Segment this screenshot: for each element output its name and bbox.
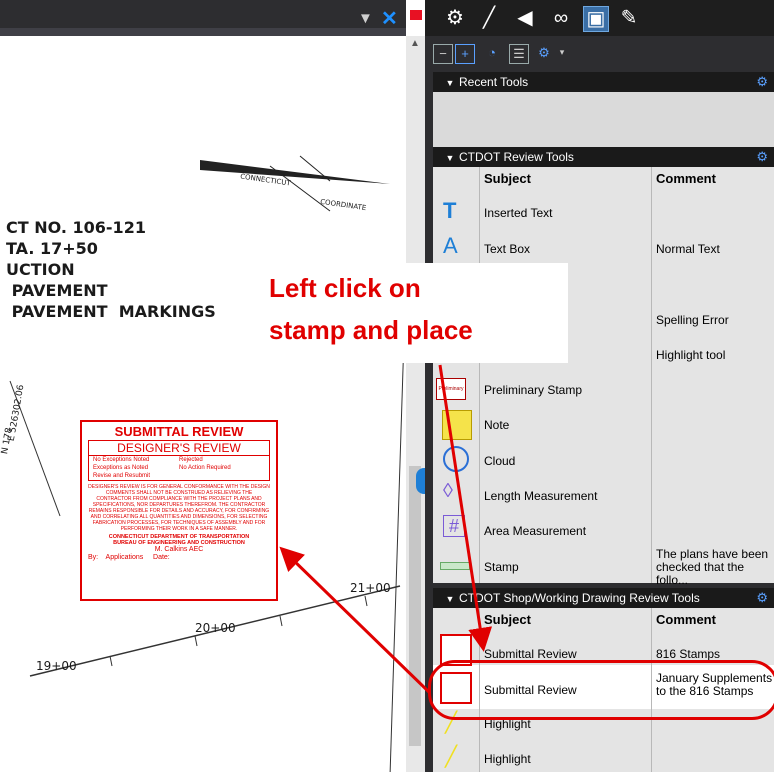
properties-icon[interactable]: ◔	[483, 44, 501, 62]
tool-chest-icon[interactable]: ▣	[583, 6, 609, 32]
stamp-option: Revise and Resubmit	[93, 473, 151, 479]
expand-all-icon[interactable]: +	[455, 44, 475, 64]
pin-icon[interactable]	[410, 10, 422, 20]
highlight-icon: ╱	[445, 746, 458, 768]
stamp-tool-icon	[440, 562, 470, 570]
tool-comment: 816 Stamps	[656, 647, 721, 661]
station-label: 20+00	[195, 621, 236, 635]
section-gear-icon[interactable]: ⚙	[756, 588, 768, 608]
scroll-up-icon[interactable]: ▲	[410, 38, 420, 49]
station-label: 19+00	[36, 659, 77, 673]
stamp-footer: By: Applications Date:	[82, 553, 276, 562]
settings-gear-icon[interactable]: ⚙	[443, 6, 467, 30]
recent-tools-area	[433, 92, 774, 147]
document-tab-bar: ▼ ✕	[0, 0, 406, 36]
column-header-subject[interactable]: Subject	[484, 612, 531, 627]
tab-strip	[0, 28, 406, 36]
stamp-name: M. Calkins AEC	[154, 546, 204, 553]
cloud-icon	[443, 446, 469, 472]
tool-comment: The plans have been checked that the fol…	[656, 547, 769, 587]
collapse-arrow-icon[interactable]: ▼	[441, 148, 459, 168]
section-gear-icon[interactable]: ⚙	[756, 147, 768, 167]
callout-line-2: stamp and place	[269, 315, 473, 345]
options-gear-icon[interactable]: ⚙	[535, 44, 553, 62]
column-header-comment[interactable]: Comment	[656, 612, 716, 627]
drawing-title-line: UCTION	[6, 260, 75, 279]
markup-icon[interactable]: ◀	[513, 6, 537, 30]
drawing-title-line: PAVEMENT	[6, 281, 108, 300]
signature-icon[interactable]: ✎	[617, 6, 641, 30]
column-separator	[479, 167, 480, 583]
ctdot-tools-grid	[433, 167, 774, 583]
section-title: CTDOT Shop/Working Drawing Review Tools	[459, 591, 700, 605]
stamp-option: Rejected	[179, 457, 203, 463]
view-icon[interactable]: ∞	[549, 6, 573, 30]
column-header-subject[interactable]: Subject	[484, 171, 531, 186]
scroll-thumb[interactable]	[409, 466, 421, 746]
tool-comment: Normal Text	[656, 242, 720, 256]
inserted-text-icon: T	[443, 198, 457, 223]
tool-subject[interactable]: Preliminary Stamp	[484, 383, 582, 397]
measure-icon[interactable]: ╱	[477, 6, 501, 30]
tab-dropdown-icon[interactable]: ▼	[358, 10, 373, 27]
tool-subject[interactable]: Note	[484, 418, 509, 432]
drawing-title-line: TA. 17+50	[6, 239, 98, 258]
tool-subject[interactable]: Inserted Text	[484, 206, 552, 220]
stamp-option: Exceptions as Noted	[93, 465, 149, 471]
stamp-option: No Action Required	[179, 465, 231, 471]
stamp-body: DESIGNER'S REVIEW IS FOR GENERAL CONFORM…	[88, 484, 270, 532]
section-ctdot-review-tools[interactable]: ▼ CTDOT Review Tools ⚙	[433, 147, 774, 167]
area-measurement-icon: #	[443, 515, 465, 537]
stamp-review-box: DESIGNER'S REVIEW No Exceptions Noted Rej…	[88, 440, 270, 481]
station-label: 21+00	[350, 581, 391, 595]
section-shop-drawing-tools[interactable]: ▼ CTDOT Shop/Working Drawing Review Tools…	[433, 588, 774, 608]
section-gear-icon[interactable]: ⚙	[756, 72, 768, 92]
tool-subject[interactable]: Text Box	[484, 242, 530, 256]
selection-highlight-ring	[428, 660, 774, 720]
drawing-title-line: PAVEMENT MARKINGS	[6, 302, 216, 321]
submittal-review-stamp[interactable]: SUBMITTAL REVIEW DESIGNER'S REVIEW No Ex…	[80, 420, 278, 601]
tool-subject[interactable]: Submittal Review	[484, 647, 577, 661]
collapse-arrow-icon[interactable]: ▼	[441, 589, 459, 609]
note-icon	[442, 410, 472, 440]
section-title: Recent Tools	[459, 75, 529, 89]
list-icon[interactable]: ☰	[509, 44, 529, 64]
close-icon[interactable]: ✕	[381, 6, 398, 31]
preliminary-stamp-icon: Preliminary	[436, 378, 466, 400]
drawing-canvas[interactable]: CONNECTICUT COORDINATE CT NO. 106-121 TA…	[0, 36, 406, 772]
tool-chest-toolbar: ⚙ ╱ ◀ ∞ ▣ ✎	[425, 0, 774, 36]
stamp-by: By:	[88, 554, 99, 561]
stamp-option: No Exceptions Noted	[93, 457, 150, 463]
tool-subject[interactable]: Cloud	[484, 454, 515, 468]
text-box-icon: A	[443, 233, 458, 258]
stamp-title: SUBMITTAL REVIEW	[114, 424, 244, 439]
tool-comment: Highlight tool	[656, 348, 726, 362]
tool-subject[interactable]: Highlight	[484, 752, 531, 766]
tool-subject[interactable]: Stamp	[484, 560, 519, 574]
column-header-comment[interactable]: Comment	[656, 171, 716, 186]
instruction-callout: Left click on stamp and place	[263, 263, 568, 363]
callout-line-1: Left click on	[269, 273, 421, 303]
collapse-all-icon[interactable]: −	[433, 44, 453, 64]
section-title: CTDOT Review Tools	[459, 150, 574, 164]
stamp-apps: Applications	[105, 554, 144, 561]
collapse-arrow-icon[interactable]: ▼	[441, 73, 459, 93]
length-measurement-icon: ◊	[443, 480, 453, 502]
section-recent-tools[interactable]: ▼ Recent Tools ⚙	[433, 72, 774, 92]
stamp-subtitle: DESIGNER'S REVIEW	[89, 441, 269, 456]
options-dropdown-icon[interactable]: ▾	[553, 44, 571, 62]
drawing-title-line: CT NO. 106-121	[6, 218, 146, 237]
column-separator	[651, 167, 652, 583]
tool-subject[interactable]: Area Measurement	[484, 524, 586, 538]
tool-comment: Spelling Error	[656, 313, 729, 327]
stamp-date: Date:	[153, 554, 170, 561]
tool-subject[interactable]: Length Measurement	[484, 489, 597, 503]
tool-chest-subbar: − + ◔ ☰ ⚙ ▾	[425, 36, 774, 70]
vertical-scrollbar[interactable]: ▲	[406, 36, 425, 772]
